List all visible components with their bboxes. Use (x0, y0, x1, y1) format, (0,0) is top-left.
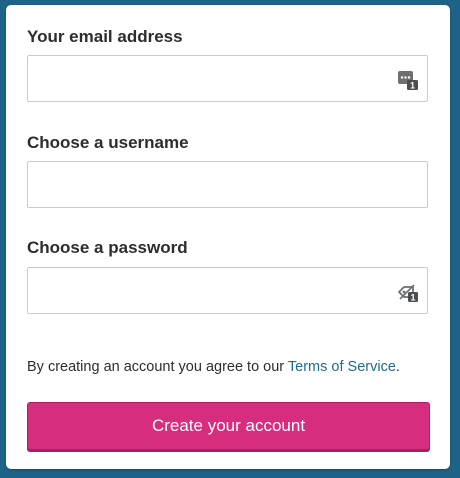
username-field-wrapper (27, 161, 428, 208)
terms-text: By creating an account you agree to our … (27, 358, 400, 376)
svg-text:1: 1 (410, 81, 415, 91)
terms-suffix: . (395, 359, 400, 375)
email-label: Your email address (27, 27, 183, 46)
svg-text:1: 1 (410, 293, 415, 303)
email-field[interactable] (28, 56, 427, 101)
create-account-button[interactable]: Create your account (27, 402, 430, 450)
email-field-wrapper: 1 (27, 55, 428, 102)
terms-of-service-link[interactable]: Terms of Service (288, 359, 396, 375)
password-field[interactable] (28, 268, 427, 313)
username-label: Choose a username (27, 133, 189, 152)
password-label: Choose a password (27, 238, 188, 257)
password-field-wrapper: 1 (27, 267, 428, 314)
password-manager-autofill-icon[interactable]: 1 (397, 69, 419, 91)
username-field[interactable] (28, 162, 427, 207)
signup-card: Your email address 1 Choose a username C… (6, 5, 450, 469)
password-key-autofill-icon[interactable]: 1 (397, 281, 419, 303)
terms-prefix: By creating an account you agree to our (27, 359, 288, 375)
